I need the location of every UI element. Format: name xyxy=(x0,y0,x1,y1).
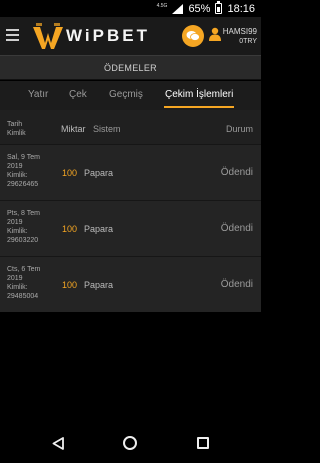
row-status: Ödendi xyxy=(220,167,253,178)
user-icon[interactable] xyxy=(209,27,221,41)
signal-icon xyxy=(172,3,184,14)
chat-button[interactable] xyxy=(182,25,204,47)
page-title-bar: ÖDEMELER xyxy=(0,55,261,80)
balance: 0TRY xyxy=(239,38,257,45)
row-amount: 100 xyxy=(62,168,78,178)
row-amount: 100 xyxy=(62,224,78,234)
row-id-label: Kimlik: xyxy=(7,172,28,179)
row-day: Cts, 6 Tem xyxy=(7,266,41,273)
row-id: 29626465 xyxy=(7,181,39,188)
tab-bar: Yatır Çek Geçmiş Çekim İşlemleri xyxy=(0,81,261,110)
header-amount: Miktar xyxy=(61,124,86,134)
status-bar: 4.5G 65% 18:16 xyxy=(0,0,261,17)
back-icon[interactable] xyxy=(52,437,65,450)
battery-percent: 65% xyxy=(188,2,211,15)
row-date: Pts, 8 Tem 2019 Kimlik: 29603220 xyxy=(7,209,57,245)
row-day: Sal, 9 Tem xyxy=(7,154,40,161)
withdrawals-table: Tarih Kimlik Miktar Sistem Durum Sal, 9 … xyxy=(0,110,261,312)
recent-apps-icon[interactable] xyxy=(197,437,209,449)
page-title: ÖDEMELER xyxy=(104,62,157,73)
logo[interactable]: WiPBET xyxy=(32,21,150,51)
row-year: 2019 xyxy=(7,219,23,226)
row-id-label: Kimlik: xyxy=(7,228,28,235)
tab-yatir[interactable]: Yatır xyxy=(28,89,48,108)
row-date: Sal, 9 Tem 2019 Kimlik: 29626465 xyxy=(7,153,57,189)
header-date-label: Tarih xyxy=(7,121,23,128)
row-year: 2019 xyxy=(7,275,23,282)
row-day: Pts, 8 Tem xyxy=(7,210,40,217)
row-status: Ödendi xyxy=(220,279,253,290)
row-system: Papara xyxy=(84,168,114,178)
table-row[interactable]: Cts, 6 Tem 2019 Kimlik: 29485004 100 Pap… xyxy=(0,257,261,312)
row-system: Papara xyxy=(84,280,114,290)
row-status: Ödendi xyxy=(220,223,253,234)
home-icon[interactable] xyxy=(123,436,137,450)
hamburger-menu-icon[interactable] xyxy=(6,29,19,41)
battery-icon xyxy=(215,1,223,14)
row-date: Cts, 6 Tem 2019 Kimlik: 29485004 xyxy=(7,265,57,301)
row-id: 29485004 xyxy=(7,293,39,300)
header-system: Sistem xyxy=(93,124,121,134)
logo-mark-icon xyxy=(33,23,63,49)
row-id: 29603220 xyxy=(7,237,39,244)
row-amount: 100 xyxy=(62,280,78,290)
header-date: Tarih Kimlik xyxy=(7,120,26,138)
row-year: 2019 xyxy=(7,163,23,170)
network-type: 4.5G xyxy=(156,2,168,9)
chat-icon xyxy=(186,31,200,41)
header-status: Durum xyxy=(225,124,253,134)
logo-text: WiPBET xyxy=(66,26,150,45)
table-header: Tarih Kimlik Miktar Sistem Durum xyxy=(0,110,261,145)
table-row[interactable]: Sal, 9 Tem 2019 Kimlik: 29626465 100 Pap… xyxy=(0,145,261,201)
app-header: WiPBET xyxy=(0,17,261,55)
tab-cekim-islemleri[interactable]: Çekim İşlemleri xyxy=(164,89,235,108)
table-row[interactable]: Pts, 8 Tem 2019 Kimlik: 29603220 100 Pap… xyxy=(0,201,261,257)
tab-cek[interactable]: Çek xyxy=(69,89,87,108)
username[interactable]: HAMSI99 xyxy=(223,27,257,36)
clock: 18:16 xyxy=(227,2,255,15)
header-id-label: Kimlik xyxy=(7,130,26,137)
row-system: Papara xyxy=(84,224,114,234)
tab-gecmis[interactable]: Geçmiş xyxy=(109,89,143,108)
row-id-label: Kimlik: xyxy=(7,284,28,291)
android-nav-bar xyxy=(0,423,261,463)
